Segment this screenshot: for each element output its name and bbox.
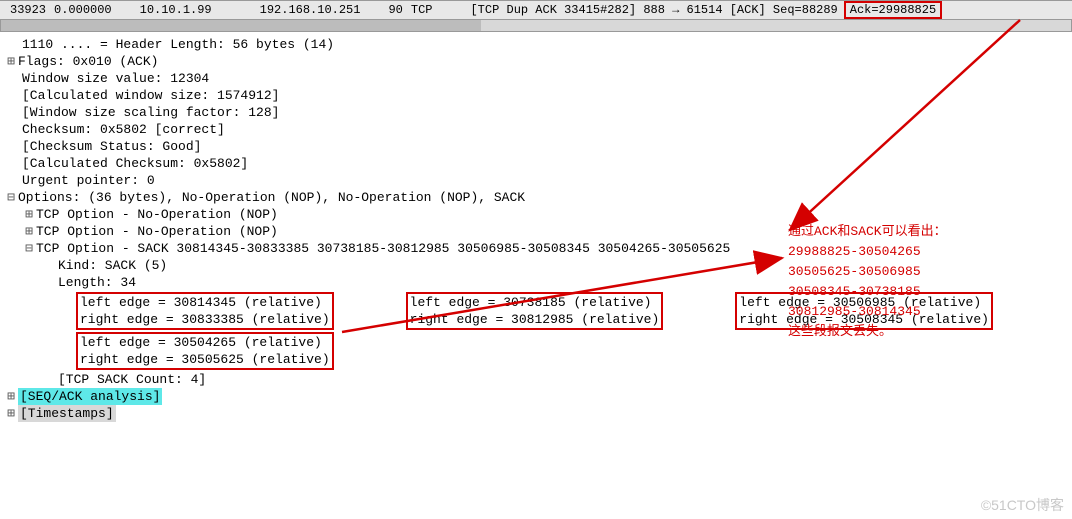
nop1-line[interactable]: ⊞TCP Option - No-Operation (NOP): [4, 206, 1068, 223]
packet-list-row[interactable]: 33923 0.000000 10.10.1.99 192.168.10.251…: [0, 0, 1072, 20]
flags-line[interactable]: ⊞Flags: 0x010 (ACK): [4, 53, 1068, 70]
checksum-status-line[interactable]: [Checksum Status: Good]: [4, 138, 1068, 155]
right-edge-line: right edge = 30833385 (relative): [80, 311, 330, 328]
expand-icon[interactable]: ⊞: [4, 405, 18, 422]
collapse-icon[interactable]: ⊟: [4, 189, 18, 206]
annot-l6: 这些段报文丢失。: [788, 322, 947, 342]
urgent-pointer-line[interactable]: Urgent pointer: 0: [4, 172, 1068, 189]
right-edge-line: right edge = 30812985 (relative): [410, 311, 660, 328]
window-size-value-line[interactable]: Window size value: 12304: [4, 70, 1068, 87]
annot-l2: 29988825-30504265: [788, 242, 947, 262]
window-scaling-line[interactable]: [Window size scaling factor: 128]: [4, 104, 1068, 121]
annot-l1: 通过ACK和SACK可以看出：: [788, 222, 947, 242]
expand-icon[interactable]: ⊞: [4, 388, 18, 405]
watermark: ©51CTO博客: [981, 495, 1064, 515]
col-info: [TCP Dup ACK 33415#282] 888 → 61514 [ACK…: [466, 3, 841, 17]
col-src: 10.10.1.99: [136, 3, 216, 17]
expand-icon[interactable]: ⊞: [4, 53, 18, 70]
sack-edge-group-1[interactable]: left edge = 30738185 (relative)right edg…: [406, 292, 664, 330]
sack-edge-group-3[interactable]: left edge = 30504265 (relative)right edg…: [76, 332, 334, 370]
annot-l3: 30505625-30506985: [788, 262, 947, 282]
col-time: 0.000000: [50, 3, 116, 17]
seq-ack-analysis-line[interactable]: ⊞[SEQ/ACK analysis]: [4, 388, 1068, 405]
annot-l5: 30812985-30814345: [788, 302, 947, 322]
annot-l4: 30508345-30738185: [788, 282, 947, 302]
sack-count-line[interactable]: [TCP SACK Count: 4]: [4, 371, 1068, 388]
checksum-line[interactable]: Checksum: 0x5802 [correct]: [4, 121, 1068, 138]
col-dst: 192.168.10.251: [256, 3, 365, 17]
collapse-icon[interactable]: ⊟: [22, 240, 36, 257]
col-len: 90: [384, 3, 406, 17]
timestamps-line[interactable]: ⊞[Timestamps]: [4, 405, 1068, 422]
right-edge-line: right edge = 30505625 (relative): [80, 351, 330, 368]
sack-edge-group-0[interactable]: left edge = 30814345 (relative)right edg…: [76, 292, 334, 330]
horizontal-scrollbar[interactable]: [0, 20, 1072, 32]
calculated-checksum-line[interactable]: [Calculated Checksum: 0x5802]: [4, 155, 1068, 172]
left-edge-line: left edge = 30504265 (relative): [80, 334, 330, 351]
expand-icon[interactable]: ⊞: [22, 223, 36, 240]
col-proto: TCP: [407, 3, 437, 17]
header-length-line[interactable]: 1110 .... = Header Length: 56 bytes (14): [4, 36, 1068, 53]
options-line[interactable]: ⊟Options: (36 bytes), No-Operation (NOP)…: [4, 189, 1068, 206]
annotation-note: 通过ACK和SACK可以看出： 29988825-30504265 305056…: [788, 222, 947, 342]
left-edge-line: left edge = 30738185 (relative): [410, 294, 660, 311]
expand-icon[interactable]: ⊞: [22, 206, 36, 223]
col-num: 33923: [6, 3, 50, 17]
calculated-window-size-line[interactable]: [Calculated window size: 1574912]: [4, 87, 1068, 104]
ack-highlight: Ack=29988825: [844, 1, 942, 19]
left-edge-line: left edge = 30814345 (relative): [80, 294, 330, 311]
